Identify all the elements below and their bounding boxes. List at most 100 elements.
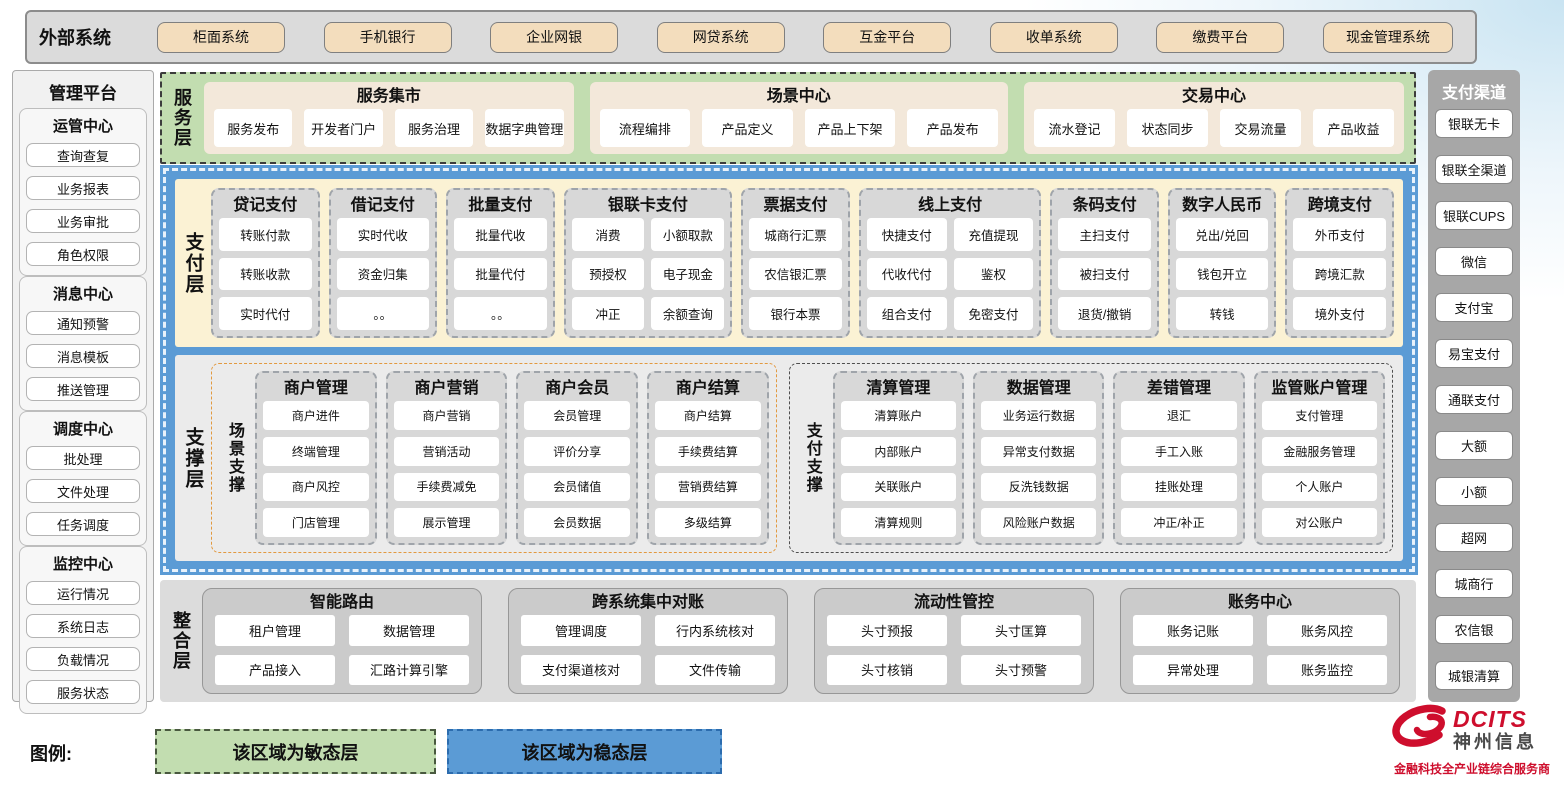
payment-layer-label: 支付层	[175, 179, 211, 347]
support-column-items: 商户营销营销活动手续费减免展示管理	[394, 401, 500, 537]
support-item-box: 商户风控	[263, 473, 369, 502]
payment-channel-box: 支付宝	[1435, 293, 1513, 322]
support-item-box: 手续费减免	[394, 473, 500, 502]
integration-panel-title: 跨系统集中对账	[521, 591, 775, 615]
payment-layer: 支付层 贷记支付转账付款转账收款实时代付借记支付实时代收资金归集。。批量支付批量…	[175, 179, 1403, 347]
support-item-box: 挂账处理	[1121, 473, 1236, 502]
payment-column: 数字人民币兑出/兑回钱包开立转钱	[1168, 188, 1277, 338]
service-item-box: 流程编排	[600, 109, 691, 147]
payment-channel-box: 通联支付	[1435, 385, 1513, 414]
support-item-box: 展示管理	[394, 508, 500, 537]
support-item-box: 对公账户	[1262, 508, 1377, 537]
integration-item-box: 管理调度	[521, 615, 641, 646]
payment-column-title: 借记支付	[337, 193, 430, 218]
payment-item-box: 实时代付	[219, 297, 312, 330]
payment-channels-list: 银联无卡银联全渠道银联CUPS微信支付宝易宝支付通联支付大额小额超网城商行农信银…	[1435, 109, 1513, 690]
integration-item-box: 头寸预报	[827, 615, 947, 646]
integration-panel-items: 账务记账账务风控异常处理账务监控	[1133, 615, 1387, 685]
payment-column-title: 批量支付	[454, 193, 547, 218]
payment-column-title: 票据支付	[749, 193, 842, 218]
payment-item-box: 被扫支付	[1058, 258, 1151, 291]
payment-channel-box: 银联全渠道	[1435, 155, 1513, 184]
payment-channel-box: 小额	[1435, 477, 1513, 506]
payment-column-title: 数字人民币	[1176, 193, 1269, 218]
service-item-box: 服务发布	[214, 109, 292, 147]
support-column: 商户会员会员管理评价分享会员储值会员数据	[516, 371, 638, 545]
management-group: 运管中心查询查复业务报表业务审批角色权限	[19, 108, 147, 276]
payment-item-box: 转钱	[1176, 297, 1269, 330]
support-item-box: 业务运行数据	[981, 401, 1096, 430]
payment-item-box: 主扫支付	[1058, 218, 1151, 251]
integration-item-box: 数据管理	[349, 615, 469, 646]
payment-item-box: 资金归集	[337, 258, 430, 291]
support-column-title: 清算管理	[841, 376, 956, 401]
payment-item-box: 冲正	[572, 297, 645, 330]
payment-channel-box: 微信	[1435, 247, 1513, 276]
external-system-box: 网贷系统	[657, 22, 785, 53]
payment-channel-box: 农信银	[1435, 615, 1513, 644]
management-group-title: 消息中心	[26, 283, 140, 304]
management-item-box: 查询查复	[26, 143, 140, 167]
external-systems-row: 柜面系统手机银行企业网银网贷系统互金平台收单系统缴费平台现金管理系统	[157, 22, 1475, 53]
external-system-box: 企业网银	[490, 22, 618, 53]
payment-item-box: 城商行汇票	[749, 218, 842, 251]
support-item-box: 清算规则	[841, 508, 956, 537]
payment-channels-sidebar: 支付渠道 银联无卡银联全渠道银联CUPS微信支付宝易宝支付通联支付大额小额超网城…	[1428, 70, 1520, 702]
payment-column-items: 主扫支付被扫支付退货/撤销	[1058, 218, 1151, 330]
integration-panel-title: 流动性管控	[827, 591, 1081, 615]
payment-item-box: 预授权	[572, 258, 645, 291]
payment-column-items: 消费小额取款预授权电子现金冲正余额查询	[572, 218, 725, 330]
payment-column: 条码支付主扫支付被扫支付退货/撤销	[1050, 188, 1159, 338]
integration-panel-items: 租户管理数据管理产品接入汇路计算引擎	[215, 615, 469, 685]
support-item-box: 会员数据	[524, 508, 630, 537]
dcits-swirl-icon	[1383, 702, 1449, 757]
payment-item-box: 。。	[337, 297, 430, 330]
payment-item-box: 批量代付	[454, 258, 547, 291]
support-column: 监管账户管理支付管理金融服务管理个人账户对公账户	[1254, 371, 1385, 545]
payment-column: 票据支付城商行汇票农信银汇票银行本票	[741, 188, 850, 338]
integration-layer: 整合层 智能路由租户管理数据管理产品接入汇路计算引擎跨系统集中对账管理调度行内系…	[160, 580, 1416, 702]
management-item-box: 角色权限	[26, 242, 140, 266]
payment-channel-box: 银联CUPS	[1435, 201, 1513, 230]
legend-agile-layer: 该区域为敏态层	[155, 729, 436, 774]
payment-column-title: 跨境支付	[1293, 193, 1386, 218]
support-item-box: 商户营销	[394, 401, 500, 430]
payment-channel-box: 超网	[1435, 523, 1513, 552]
support-column: 商户营销商户营销营销活动手续费减免展示管理	[386, 371, 508, 545]
support-column-items: 会员管理评价分享会员储值会员数据	[524, 401, 630, 537]
payment-channel-box: 银联无卡	[1435, 109, 1513, 138]
integration-item-box: 汇路计算引擎	[349, 655, 469, 686]
payment-channel-box: 易宝支付	[1435, 339, 1513, 368]
support-item-box: 多级结算	[655, 508, 761, 537]
support-section-label: 场景支撑	[219, 371, 249, 545]
dcits-logo-name: DCITS	[1453, 707, 1537, 731]
support-column-title: 数据管理	[981, 376, 1096, 401]
integration-panel-items: 管理调度行内系统核对支付渠道核对文件传输	[521, 615, 775, 685]
payment-column-title: 条码支付	[1058, 193, 1151, 218]
management-group: 调度中心批处理文件处理任务调度	[19, 411, 147, 546]
integration-layer-label: 整合层	[160, 580, 202, 702]
integration-item-box: 头寸核销	[827, 655, 947, 686]
service-panel-title: 交易中心	[1034, 85, 1394, 109]
support-column: 商户结算商户结算手续费结算营销费结算多级结算	[647, 371, 769, 545]
payment-item-box: 充值提现	[954, 218, 1034, 251]
payment-item-box: 。。	[454, 297, 547, 330]
integration-panel: 跨系统集中对账管理调度行内系统核对支付渠道核对文件传输	[508, 588, 788, 694]
payment-item-box: 转账付款	[219, 218, 312, 251]
payment-column: 跨境支付外币支付跨境汇款境外支付	[1285, 188, 1394, 338]
support-column-title: 商户结算	[655, 376, 761, 401]
service-item-box: 产品发布	[907, 109, 998, 147]
service-layer: 服务层 服务集市服务发布开发者门户服务治理数据字典管理场景中心流程编排产品定义产…	[160, 72, 1416, 164]
support-item-box: 会员管理	[524, 401, 630, 430]
support-item-box: 营销费结算	[655, 473, 761, 502]
support-section-label: 支付支撑	[797, 371, 827, 545]
service-item-box: 产品收益	[1313, 109, 1394, 147]
integration-item-box: 租户管理	[215, 615, 335, 646]
support-item-box: 终端管理	[263, 437, 369, 466]
management-group-items: 运行情况系统日志负载情况服务状态	[26, 581, 140, 704]
dcits-logo: DCITS 神州信息 金融科技全产业链综合服务商	[1383, 702, 1561, 777]
support-column: 清算管理清算账户内部账户关联账户清算规则	[833, 371, 964, 545]
service-panel: 服务集市服务发布开发者门户服务治理数据字典管理	[204, 82, 574, 154]
payment-item-box: 兑出/兑回	[1176, 218, 1269, 251]
management-item-box: 消息模板	[26, 344, 140, 368]
